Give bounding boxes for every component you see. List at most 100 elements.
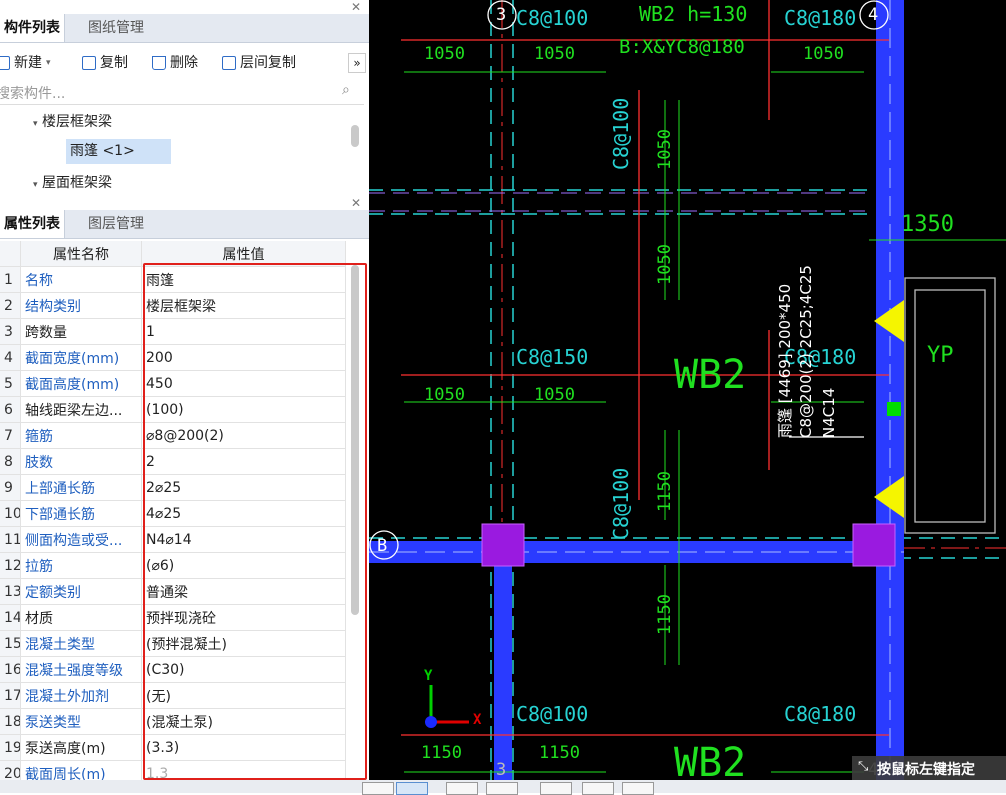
tab-drawing-management[interactable]: 图纸管理 [84,14,148,42]
layer-copy-icon [222,56,236,70]
property-name: 上部通长筋 [20,474,142,501]
beam-annotation-line3: N4C14 [820,387,838,438]
property-value[interactable]: (100) [141,396,346,423]
status-button[interactable] [486,782,518,795]
property-value[interactable]: (无) [141,682,346,709]
row-index: 16 [0,656,21,683]
search-icon[interactable]: ⌕ [342,82,350,98]
close-icon[interactable]: ✕ [351,196,361,210]
status-button[interactable] [622,782,654,795]
property-row[interactable]: 13 定额类别 普通梁 [0,578,346,605]
search-input[interactable]: 搜索构件... ⌕ [0,80,364,105]
property-row[interactable]: 19 泵送高度(m) (3.3) [0,734,346,761]
close-icon[interactable]: ✕ [351,0,361,14]
property-name: 下部通长筋 [20,500,142,527]
header-name: 属性名称 [20,241,142,267]
property-value[interactable]: 200 [141,344,346,371]
tree-item-floor-frame-beam[interactable]: ▾ 楼层框架梁 [33,111,112,133]
layer-copy-button[interactable]: 层间复制 [222,50,296,76]
property-row[interactable]: 10 下部通长筋 4⌀25 [0,500,346,527]
property-value[interactable]: 雨篷 [141,266,346,293]
property-row[interactable]: 9 上部通长筋 2⌀25 [0,474,346,501]
property-value[interactable]: 楼层框架梁 [141,292,346,319]
dim-label-vertical: 1150 [655,471,675,512]
tab-component-list[interactable]: 构件列表 [0,14,65,42]
status-hint-text: 按鼠标左键指定 [877,762,975,778]
expand-arrow-icon[interactable]: ▾ [33,119,38,129]
property-row[interactable]: 1 名称 雨篷 [0,266,346,293]
expand-arrow-icon[interactable]: ▾ [33,180,38,190]
property-row[interactable]: 16 混凝土强度等级 (C30) [0,656,346,683]
tab-property-list[interactable]: 属性列表 [0,210,65,238]
status-button[interactable] [540,782,572,795]
property-row[interactable]: 14 材质 预拌现浇砼 [0,604,346,631]
dim-label: 1050 [424,385,465,405]
property-value[interactable]: (3.3) [141,734,346,761]
property-name: 结构类别 [20,292,142,319]
copy-icon [82,56,96,70]
property-name: 箍筋 [20,422,142,449]
property-row[interactable]: 12 拉筋 (⌀6) [0,552,346,579]
property-row[interactable]: 11 侧面构造或受... N4⌀14 [0,526,346,553]
property-value[interactable]: (预拌混凝土) [141,630,346,657]
property-row[interactable]: 2 结构类别 楼层框架梁 [0,292,346,319]
ucs-x-label: X [473,712,482,728]
property-value[interactable]: (混凝土泵) [141,708,346,735]
rebar-label: C8@100 [516,6,589,30]
property-value[interactable]: 4⌀25 [141,500,346,527]
axis-label-3-bottom: 3 [496,760,507,780]
new-button[interactable]: 新建 ▾ [0,50,51,76]
property-value[interactable]: (C30) [141,656,346,683]
property-name: 名称 [20,266,142,293]
property-value[interactable]: 450 [141,370,346,397]
column-box [481,523,525,567]
property-name: 侧面构造或受... [20,526,142,553]
property-value[interactable]: 2 [141,448,346,475]
resize-icon: ⤡ [858,759,869,774]
property-value[interactable]: N4⌀14 [141,526,346,553]
status-button[interactable] [446,782,478,795]
property-table: 属性名称 属性值 1 名称 雨篷 2 结构类别 楼层框架梁 3 跨数量 1 4 截面宽度(mm) 20… [0,241,346,787]
property-row[interactable]: 6 轴线距梁左边... (100) [0,396,346,423]
ucs-origin [425,716,437,728]
property-value[interactable]: 1 [141,318,346,345]
property-row[interactable]: 3 跨数量 1 [0,318,346,345]
chevron-down-icon[interactable]: ▾ [46,50,51,76]
tree-scrollbar[interactable] [351,125,359,147]
bottom-status-bar [0,780,1006,795]
property-value[interactable]: 普通梁 [141,578,346,605]
property-row[interactable]: 15 混凝土类型 (预拌混凝土) [0,630,346,657]
property-row[interactable]: 5 截面高度(mm) 450 [0,370,346,397]
property-value[interactable]: ⌀8@200(2) [141,422,346,449]
row-index: 19 [0,734,21,761]
axis-label-b: B [377,536,388,556]
property-row[interactable]: 4 截面宽度(mm) 200 [0,344,346,371]
cad-canvas[interactable]: 3 4 B 3 4 WB2 h=130 B:X&YC8@180 WB2 WB2 … [369,0,1006,793]
new-file-icon [0,56,10,70]
tree-item-canopy[interactable]: 雨篷 <1> [66,139,171,164]
property-scrollbar[interactable] [351,265,359,615]
property-row[interactable]: 7 箍筋 ⌀8@200(2) [0,422,346,449]
toolbar-more-button[interactable]: » [348,53,366,73]
status-button[interactable] [396,782,428,795]
copy-button-label: 复制 [100,55,128,71]
rebar-label: C8@180 [784,702,857,726]
status-button[interactable] [582,782,614,795]
status-button[interactable] [362,782,394,795]
delete-button[interactable]: 删除 [152,50,198,76]
property-row[interactable]: 18 泵送类型 (混凝土泵) [0,708,346,735]
property-value[interactable]: 2⌀25 [141,474,346,501]
property-value[interactable]: (⌀6) [141,552,346,579]
tree-item-roof-frame-beam[interactable]: ▾ 屋面框架梁 [33,172,112,194]
row-index: 13 [0,578,21,605]
property-name: 混凝土外加剂 [20,682,142,709]
row-index: 15 [0,630,21,657]
copy-button[interactable]: 复制 [82,50,128,76]
dim-label: 1050 [424,44,465,64]
delete-button-label: 删除 [170,55,198,71]
dim-label-vertical: 1150 [655,594,675,635]
tab-layer-management[interactable]: 图层管理 [84,210,148,238]
property-row[interactable]: 17 混凝土外加剂 (无) [0,682,346,709]
property-value[interactable]: 预拌现浇砼 [141,604,346,631]
property-row[interactable]: 8 肢数 2 [0,448,346,475]
